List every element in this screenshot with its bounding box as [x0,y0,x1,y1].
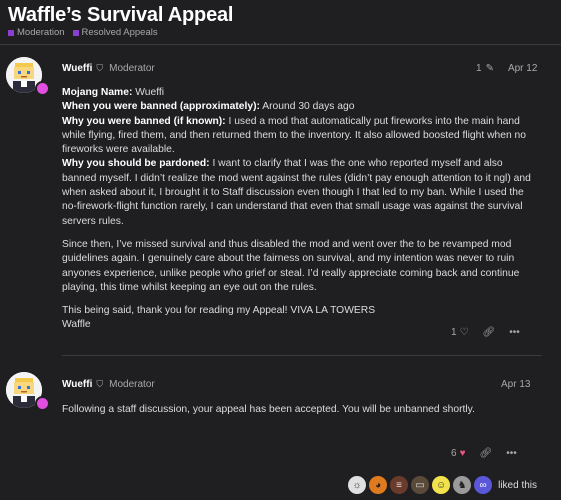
post-header-right: 1 ✎ Apr 12 [476,63,537,74]
copy-link-button[interactable]: 🔗︎ [483,327,496,338]
shield-icon: ⛉ [96,379,104,389]
like-count: 6 [451,448,457,459]
header-divider [0,44,561,45]
link-icon: 🔗︎ [479,448,493,459]
ellipsis-icon: ••• [509,327,520,338]
paragraph: Following a staff discussion, your appea… [62,404,475,415]
like-button[interactable]: 1 ♡ [451,327,469,338]
edit-count[interactable]: 1 [476,63,482,74]
more-button[interactable]: ••• [509,327,520,338]
field-why-banned: Why you were banned (if known): I used a… [62,115,532,158]
field-label: Why you should be pardoned: [62,158,210,170]
post-actions: 1 ♡ 🔗︎ ••• [451,327,520,338]
category-color-square [72,29,79,36]
username[interactable]: Wueffi [62,63,92,74]
link-icon: 🔗︎ [482,327,496,338]
shield-icon: ⛉ [96,63,104,73]
field-label: Why you were banned (if known): [62,115,226,127]
field-mojang-name: Mojang Name: Wueffi [62,86,532,100]
status-dot [35,81,50,96]
closing-line: This being said, thank you for reading m… [62,305,376,317]
paragraph: Since then, I’ve missed survival and thu… [62,238,520,293]
post-meta: Wueffi ⛉ Moderator [62,63,155,74]
reactor-avatar[interactable]: ≡ [390,476,409,494]
user-role: Moderator [109,63,155,74]
field-label: When you were banned (approximately): [62,101,260,113]
pencil-icon[interactable]: ✎ [486,63,494,74]
category-moderation[interactable]: Moderation [8,27,65,38]
status-dot [35,396,50,411]
heart-filled-icon: ♥ [459,448,466,459]
category-color-square [8,29,14,36]
breadcrumb: Moderation Resolved Appeals [8,27,158,38]
field-value: Around 30 days ago [259,101,355,113]
category-resolved-appeals[interactable]: Resolved Appeals [72,27,158,38]
field-why-pardoned: Why you should be pardoned: I want to cl… [62,157,532,228]
post-body: Following a staff discussion, your appea… [62,403,532,426]
field-when-banned: When you were banned (approximately): Ar… [62,100,532,114]
post-body: Mojang Name: Wueffi When you were banned… [62,86,532,342]
topic-title[interactable]: Waffle’s Survival Appeal [8,4,233,27]
avatar[interactable] [6,372,50,411]
category-label: Moderation [17,27,65,38]
username[interactable]: Wueffi [62,379,92,390]
copy-link-button[interactable]: 🔗︎ [480,448,493,459]
reactor-avatar[interactable]: ☼ [348,476,367,494]
post-actions: 6 ♥ 🔗︎ ••• [451,448,517,459]
ellipsis-icon: ••• [506,448,517,459]
post-date[interactable]: Apr 12 [508,63,537,74]
avatar[interactable] [6,57,50,96]
reactor-avatar[interactable]: ∞ [474,476,493,494]
like-button[interactable]: 6 ♥ [451,448,466,459]
reactor-avatar[interactable]: ▭ [411,476,430,494]
like-count: 1 [451,327,457,338]
field-label: Mojang Name: [62,87,133,98]
reactors-list: ☼ ◕ ≡ ▭ ☺ ♞ ∞ liked this [348,476,537,494]
category-label: Resolved Appeals [81,27,158,38]
reactor-avatar[interactable]: ☺ [432,476,451,494]
more-button[interactable]: ••• [506,448,517,459]
field-value: Wueffi [132,87,165,98]
liked-this-text: liked this [498,479,537,491]
post-meta: Wueffi ⛉ Moderator [62,379,155,390]
user-role: Moderator [109,379,155,390]
post-divider [62,355,542,356]
reactor-avatar[interactable]: ◕ [369,476,388,494]
heart-outline-icon: ♡ [459,327,469,338]
post-date[interactable]: Apr 13 [501,379,530,390]
reactor-avatar[interactable]: ♞ [453,476,472,494]
